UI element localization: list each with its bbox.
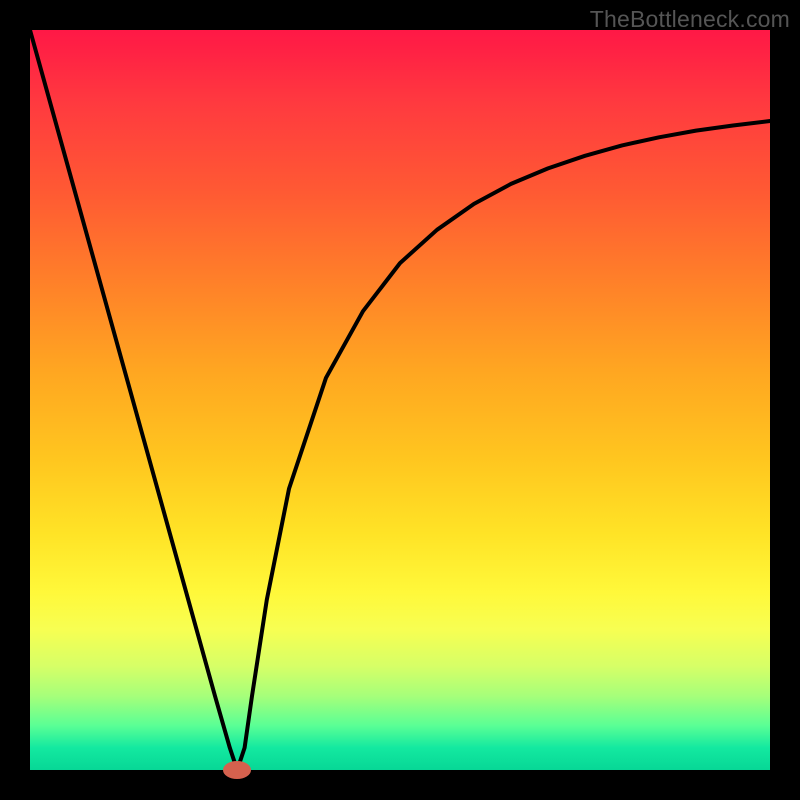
plot-area bbox=[30, 30, 770, 770]
chart-frame: TheBottleneck.com bbox=[0, 0, 800, 800]
minimum-marker bbox=[223, 761, 251, 779]
attribution-text: TheBottleneck.com bbox=[590, 6, 790, 33]
curve-svg bbox=[30, 30, 770, 770]
curve-path bbox=[30, 30, 770, 770]
